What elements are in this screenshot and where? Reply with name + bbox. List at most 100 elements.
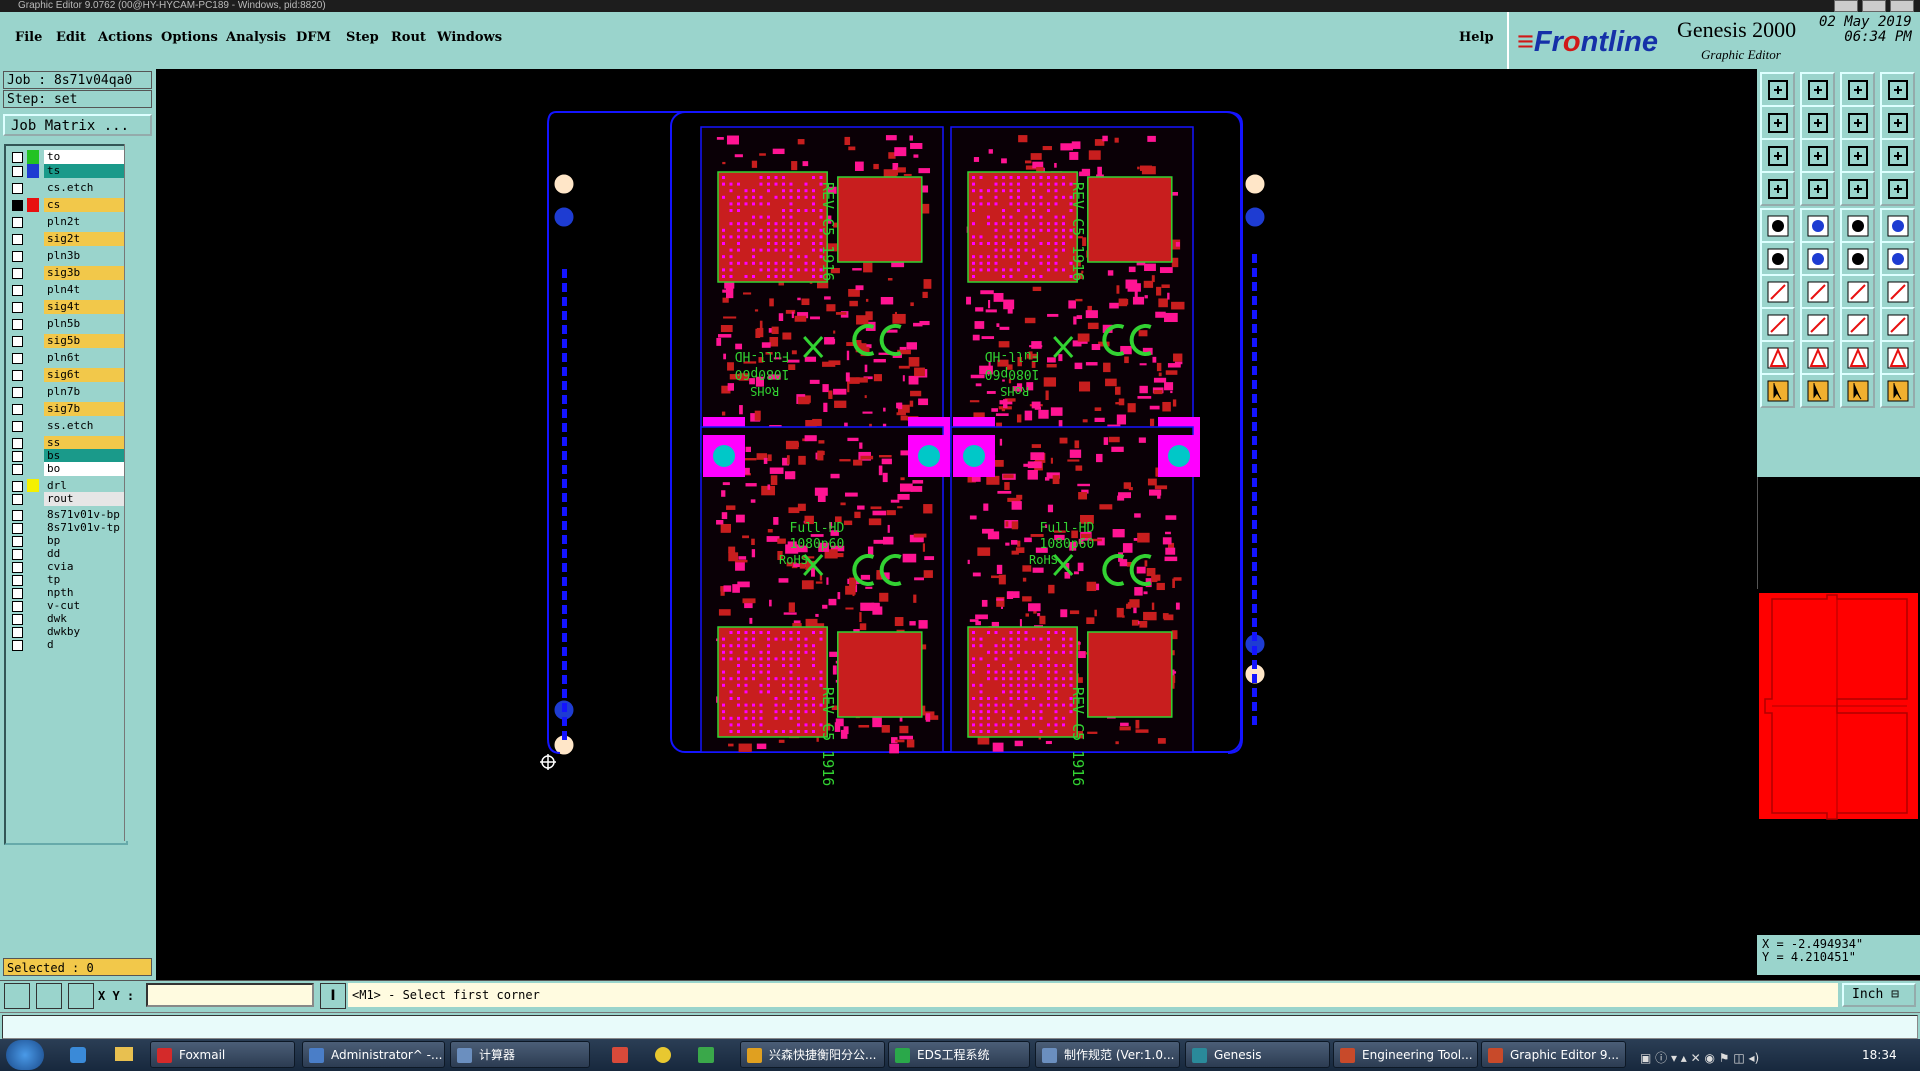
zoom-in-button[interactable] (1760, 72, 1795, 107)
layer-name[interactable]: dwk (44, 612, 126, 626)
home-button[interactable] (1840, 72, 1875, 107)
layer-name[interactable]: sig7b (44, 402, 126, 416)
layer-checkbox[interactable] (12, 217, 23, 228)
menu-file[interactable]: File (15, 30, 42, 45)
layer-name[interactable]: sig3b (44, 266, 126, 280)
angle-mode-icon[interactable] (36, 983, 62, 1009)
layer-checkbox[interactable] (12, 451, 23, 462)
redraw-button[interactable] (1880, 105, 1915, 140)
units-selector[interactable]: Inch ⊟ (1842, 983, 1916, 1007)
layer-list-scrollbar[interactable] (124, 144, 155, 841)
taskbar-item[interactable]: Graphic Editor 9... (1481, 1041, 1626, 1068)
layer-sig6t[interactable]: sig6t (10, 368, 126, 382)
curve-button[interactable] (1840, 274, 1875, 309)
app-icon-1[interactable] (612, 1047, 628, 1063)
center-button[interactable] (1800, 138, 1835, 173)
snap-pad-button[interactable] (1880, 171, 1915, 206)
cross-button[interactable] (1800, 241, 1835, 276)
pointer-edit-button[interactable] (1800, 373, 1835, 408)
layer-name[interactable]: d (44, 638, 126, 652)
layer-name[interactable]: cs.etch (44, 181, 126, 195)
layer-checkbox[interactable] (12, 404, 23, 415)
measure-button[interactable] (1760, 171, 1795, 206)
layer-checkbox[interactable] (12, 627, 23, 638)
text-mirror-button[interactable] (1840, 340, 1875, 375)
xy-input[interactable] (146, 983, 314, 1007)
taskbar-item[interactable]: 制作规范 (Ver:1.0... (1035, 1041, 1180, 1068)
layer-checkbox[interactable] (12, 494, 23, 505)
layer-8s71v01v-tp[interactable]: 8s71v01v-tp (10, 521, 126, 535)
fill-button[interactable] (1760, 208, 1795, 243)
layer-name[interactable]: ss.etch (44, 419, 126, 433)
text-button[interactable] (1760, 340, 1795, 375)
layer-name[interactable]: to (44, 150, 126, 164)
layer-pln4t[interactable]: pln4t (10, 283, 126, 297)
grid-button[interactable] (1800, 171, 1835, 206)
ie-icon[interactable] (70, 1047, 86, 1063)
pan-left-button[interactable] (1760, 105, 1795, 140)
layer-sig5b[interactable]: sig5b (10, 334, 126, 348)
layer-checkbox[interactable] (12, 336, 23, 347)
layer-name[interactable]: dwkby (44, 625, 126, 639)
mirror-button[interactable] (1880, 274, 1915, 309)
draw-line-button[interactable] (1760, 274, 1795, 309)
layer-name[interactable]: sig4t (44, 300, 126, 314)
layer-name[interactable]: pln2t (44, 215, 126, 229)
layer-checkbox[interactable] (12, 464, 23, 475)
layer-name[interactable]: pln6t (44, 351, 126, 365)
menu-options[interactable]: Options (161, 30, 218, 45)
outline-button[interactable] (1800, 208, 1835, 243)
app-icon-2[interactable] (655, 1047, 671, 1063)
layer-name[interactable]: pln3b (44, 249, 126, 263)
pcb-board[interactable]: REV-C5 1916Full-HD1080p60RoHSREV-C5 1916… (156, 69, 1756, 980)
layer-checkbox[interactable] (12, 152, 23, 163)
layer-ss[interactable]: ss (10, 436, 126, 450)
layer-checkbox[interactable] (12, 575, 23, 586)
layer-checkbox[interactable] (12, 614, 23, 625)
layer-checkbox[interactable] (12, 302, 23, 313)
layer-checkbox[interactable] (12, 166, 23, 177)
pan-right-button[interactable] (1800, 105, 1835, 140)
taskbar-item[interactable]: Administrator^ -... (302, 1041, 445, 1068)
layer-drl[interactable]: drl (10, 479, 126, 493)
zoom-box-button[interactable] (1840, 105, 1875, 140)
layer-v-cut[interactable]: v-cut (10, 599, 126, 613)
taskbar-item[interactable]: EDS工程系统 (888, 1041, 1030, 1068)
menu-windows[interactable]: Windows (437, 30, 502, 45)
pointer-add-button[interactable] (1840, 373, 1875, 408)
layer-checkbox[interactable] (12, 268, 23, 279)
layer-checkbox[interactable] (12, 421, 23, 432)
layer-pln2t[interactable]: pln2t (10, 215, 126, 229)
layer-name[interactable]: 8s71v01v-tp (44, 521, 126, 535)
layer-pln3b[interactable]: pln3b (10, 249, 126, 263)
layer-sig4t[interactable]: sig4t (10, 300, 126, 314)
layer-dd[interactable]: dd (10, 547, 126, 561)
layer-name[interactable]: ss (44, 436, 126, 450)
start-button[interactable] (6, 1040, 44, 1070)
circle-button[interactable] (1880, 208, 1915, 243)
layer-bp[interactable]: bp (10, 534, 126, 548)
zoom-out-button[interactable] (1800, 72, 1835, 107)
taskbar-item[interactable]: 计算器 (450, 1041, 590, 1068)
layer-name[interactable]: bo (44, 462, 126, 476)
layer-checkbox[interactable] (12, 601, 23, 612)
layer-checkbox[interactable] (12, 319, 23, 330)
layer-name[interactable]: sig2t (44, 232, 126, 246)
layer-name[interactable]: ts (44, 164, 126, 178)
layer-dwk[interactable]: dwk (10, 612, 126, 626)
layer-name[interactable]: npth (44, 586, 126, 600)
layer-checkbox[interactable] (12, 353, 23, 364)
close-button[interactable] (1890, 0, 1914, 12)
layer-sig7b[interactable]: sig7b (10, 402, 126, 416)
layer-dwkby[interactable]: dwkby (10, 625, 126, 639)
layer-name[interactable]: cvia (44, 560, 126, 574)
layer-tp[interactable]: tp (10, 573, 126, 587)
layer-name[interactable]: bp (44, 534, 126, 548)
rotate-button[interactable] (1880, 241, 1915, 276)
query-button[interactable] (1880, 138, 1915, 173)
menu-edit[interactable]: Edit (56, 30, 86, 45)
menu-analysis[interactable]: Analysis (226, 30, 286, 45)
graphics-canvas[interactable]: REV-C5 1916 Full-HD 1080p60 RoHS REV-C5 1916… (156, 69, 1756, 980)
layer-npth[interactable]: npth (10, 586, 126, 600)
layer-checkbox[interactable] (12, 234, 23, 245)
